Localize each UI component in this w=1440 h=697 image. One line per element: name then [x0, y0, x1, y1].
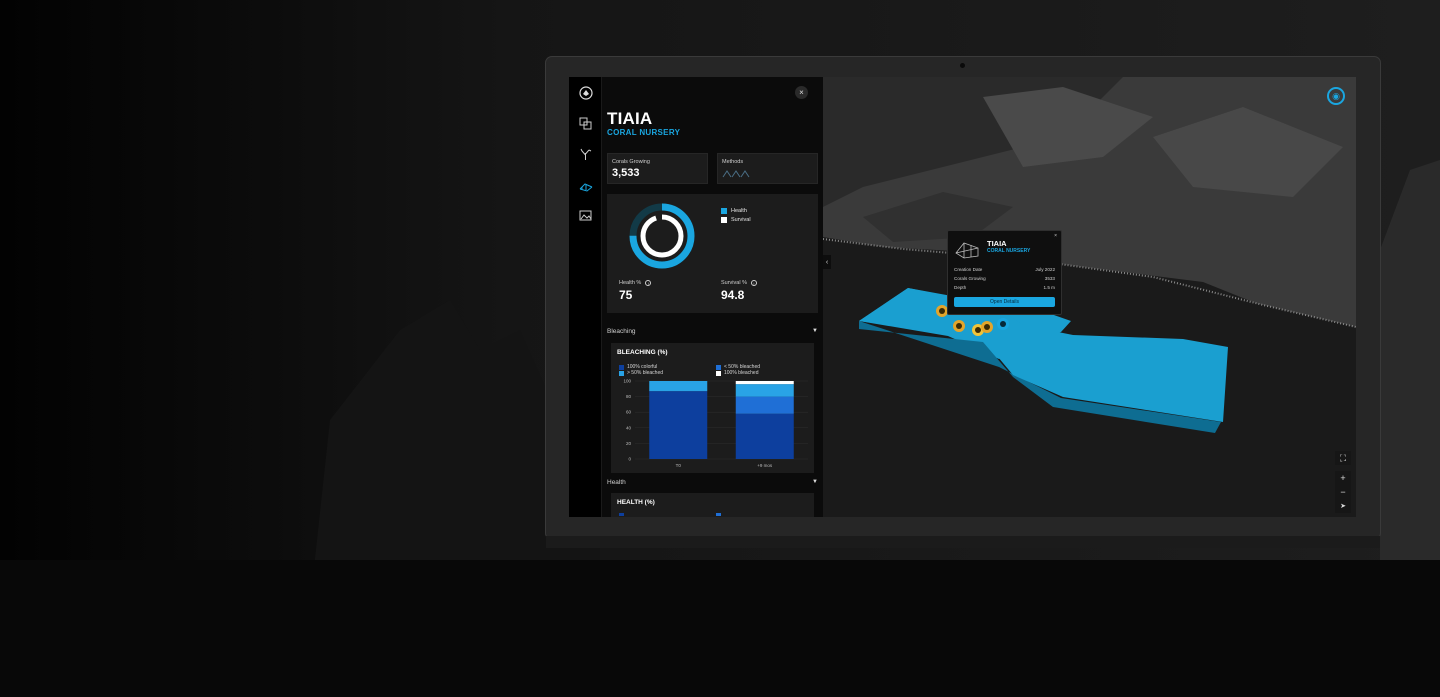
bleaching-chart-card: BLEACHING (%) 100% colorful > 50% bleach…: [611, 343, 814, 473]
popup-subtitle: CORAL NURSERY: [987, 248, 1031, 254]
chevron-down-icon: ▼: [812, 479, 818, 485]
popup-row-depth: Depth 1.5 m: [954, 285, 1055, 290]
health-chart-card: HEALTH (%): [611, 493, 814, 517]
coral-icon[interactable]: [577, 146, 594, 163]
bar-segment-100-colorful: [735, 413, 794, 459]
bar-segment--50-bleached: [649, 381, 708, 392]
bar-segment-100-bleached: [735, 381, 794, 385]
legend-100-bleached: 100% bleached: [716, 370, 758, 376]
app-screen: × TIAIA CORAL NURSERY Corals Growing 3,5…: [569, 77, 1356, 517]
x-tick-label: +9 mos: [757, 463, 773, 468]
health-percent-label: Health % i: [619, 280, 652, 286]
y-tick-label: 0: [628, 457, 631, 462]
legend-health: Health: [721, 208, 747, 214]
methods-label: Methods: [722, 159, 744, 165]
zoom-out-button[interactable]: −: [1335, 485, 1351, 499]
bar-segment-100-colorful: [649, 391, 708, 459]
bar-segment--50-bleached: [735, 384, 794, 397]
bar-segment--50-bleached: [735, 396, 794, 414]
corals-growing-card: Corals Growing 3,533: [607, 153, 708, 184]
site-popup: × TIAIA CORAL NURSERY Creation Date July …: [947, 230, 1062, 315]
chart-title: HEALTH (%): [617, 499, 655, 506]
page-title: TIAIA: [607, 109, 653, 128]
layers-icon[interactable]: [577, 115, 594, 132]
health-survival-card: Health Survival Health % i 75 Survival % i…: [607, 194, 818, 313]
open-details-button[interactable]: Open Details: [954, 297, 1055, 307]
webcam: [960, 63, 965, 68]
info-icon[interactable]: i: [645, 280, 652, 286]
info-icon[interactable]: i: [750, 280, 757, 286]
legend-swatch: [619, 513, 624, 516]
zoom-in-button[interactable]: +: [1335, 471, 1351, 485]
page-subtitle: CORAL NURSERY: [607, 128, 681, 137]
survival-percent-label: Survival % i: [721, 280, 757, 286]
survival-percent-value: 94.8: [721, 288, 745, 302]
y-tick-label: 60: [626, 410, 632, 415]
corals-growing-label: Corals Growing: [612, 159, 650, 165]
chart-title: BLEACHING (%): [617, 349, 668, 356]
nursery-structure-icon: [955, 242, 979, 259]
health-survival-donut: [629, 203, 695, 269]
logo-icon[interactable]: [577, 84, 594, 101]
compass-icon[interactable]: ◉: [1327, 87, 1345, 105]
bleaching-bar-chart: 0 20 40 60 80 100 T0 +9 mos: [623, 379, 808, 468]
corals-growing-value: 3,533: [612, 167, 640, 179]
health-percent-value: 75: [619, 288, 633, 302]
popup-title: TIAIA: [987, 239, 1007, 248]
methods-icon: [722, 169, 752, 180]
y-tick-label: 80: [626, 394, 632, 399]
legend-swatch: [716, 513, 721, 516]
collapse-panel-button[interactable]: ‹: [823, 255, 831, 269]
chevron-down-icon: ▼: [812, 328, 818, 334]
methods-card[interactable]: Methods: [717, 153, 818, 184]
y-tick-label: 20: [626, 441, 632, 446]
legend-gt50-bleached: > 50% bleached: [619, 370, 663, 376]
survival-ring: [640, 214, 684, 258]
map-view[interactable]: ◉ × TIAIA CORAL NURSERY Creation Date Jul…: [823, 77, 1356, 517]
fullscreen-button[interactable]: ⛶: [1335, 451, 1351, 465]
x-tick-label: T0: [676, 463, 682, 468]
bleaching-section-toggle[interactable]: Bleaching ▼: [607, 328, 818, 338]
monitor-chin: [546, 536, 1380, 548]
icon-rail: [569, 77, 602, 517]
popup-row-corals-growing: Corals Growing 3533: [954, 276, 1055, 281]
health-section-toggle[interactable]: Health ▼: [607, 479, 818, 489]
popup-close-button[interactable]: ×: [1054, 233, 1057, 239]
nursery-structure-icon[interactable]: [577, 177, 594, 194]
legend-survival: Survival: [721, 217, 751, 223]
detail-panel: × TIAIA CORAL NURSERY Corals Growing 3,5…: [602, 77, 823, 517]
y-tick-label: 100: [623, 379, 631, 384]
gallery-icon[interactable]: [577, 207, 594, 224]
y-tick-label: 40: [626, 425, 632, 430]
map-terrain: [823, 77, 1356, 517]
reset-bearing-button[interactable]: ➤: [1335, 499, 1351, 513]
panel-close-button[interactable]: ×: [795, 86, 808, 99]
popup-row-creation-date: Creation Date July 2022: [954, 267, 1055, 272]
